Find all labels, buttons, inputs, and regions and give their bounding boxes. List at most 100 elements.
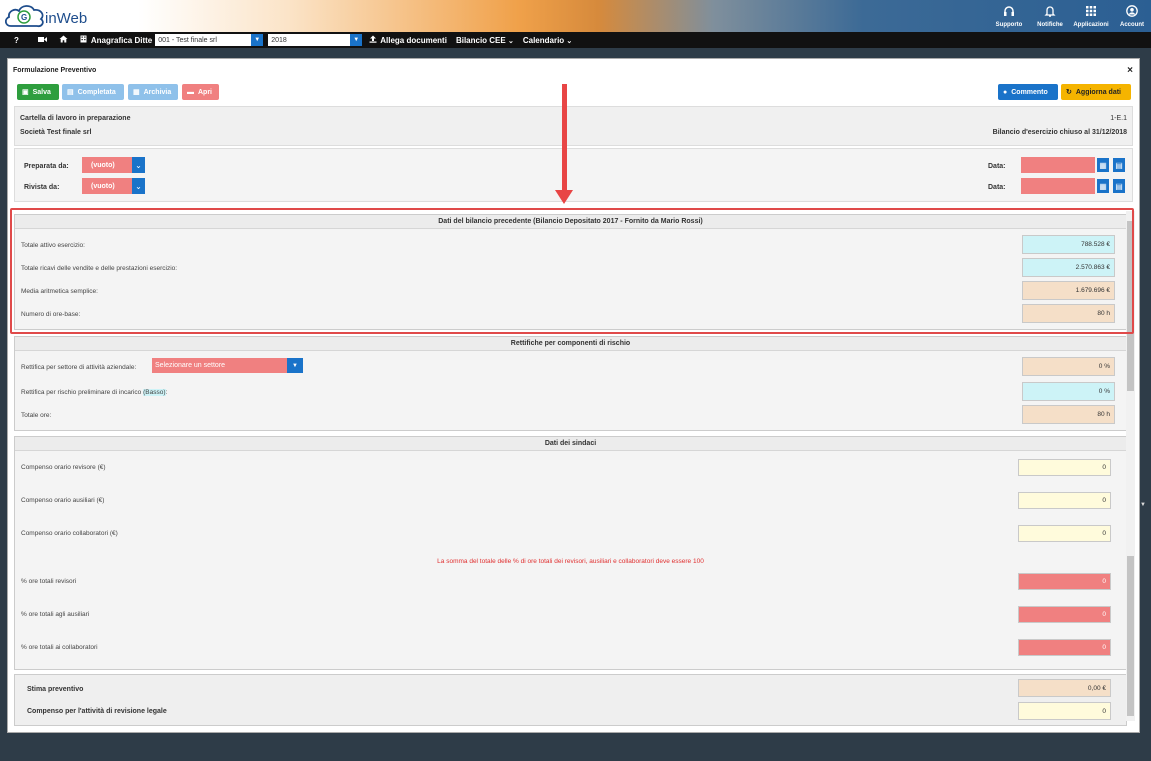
calendario-label: Calendario <box>522 35 565 45</box>
completata-button[interactable]: ▤ Completata <box>62 84 124 100</box>
chevron-down-icon: ▼ <box>350 34 363 46</box>
stima-label: Stima preventivo <box>27 686 84 693</box>
apri-label: Apri <box>198 88 212 96</box>
preparation-box: Preparata da: (vuoto) ⌄ Rivista da: (vuo… <box>14 148 1133 202</box>
calendario-menu[interactable]: Calendario ⌄ <box>523 36 572 45</box>
settore-select-value: Selezionare un settore <box>155 362 226 369</box>
compenso-ausiliari-label: Compenso orario ausiliari (€) <box>21 497 105 504</box>
upload-icon <box>369 35 377 45</box>
help-button[interactable]: ? <box>14 36 19 45</box>
floppy-icon: ▣ <box>22 89 29 96</box>
commento-label: Commento <box>1011 88 1048 96</box>
sindaci-section: Dati dei sindaci Compenso orario revisor… <box>14 436 1127 670</box>
preparata-select[interactable]: (vuoto) <box>82 157 132 173</box>
folder-icon: ▬ <box>187 88 194 96</box>
account-label: Account <box>1120 21 1144 28</box>
calendar-today-icon[interactable]: ▤ <box>1113 158 1125 172</box>
perc-ausiliari-input[interactable]: 0 <box>1018 606 1111 623</box>
bilancio-cee-menu[interactable]: Bilancio CEE ⌄ <box>456 36 514 45</box>
settore-value: 0 % <box>1022 357 1115 376</box>
user-icon <box>1126 4 1138 19</box>
video-icon[interactable] <box>37 36 47 45</box>
comment-icon: ● <box>1003 88 1008 96</box>
preparata-value: (vuoto) <box>91 161 115 169</box>
save-label: Salva <box>32 88 51 96</box>
totale-ore-value: 80 h <box>1022 405 1115 424</box>
cloud-logo-icon: G <box>4 5 44 28</box>
compenso-collaboratori-input[interactable]: 0 <box>1018 525 1111 542</box>
stima-value: 0,00 € <box>1018 679 1111 697</box>
compenso-revisore-input[interactable]: 0 <box>1018 459 1111 476</box>
applications-label: Applicazioni <box>1073 21 1109 28</box>
clipboard-icon: ▤ <box>67 89 74 96</box>
settore-select[interactable]: Selezionare un settore <box>152 358 289 373</box>
calendar-today-icon[interactable]: ▤ <box>1113 179 1125 193</box>
cartella-status: Cartella di lavoro in preparazione <box>20 115 131 122</box>
formulazione-preventivo-panel: Formulazione Preventivo × ▣ Salva ▤ Comple… <box>7 58 1140 733</box>
rivista-value: (vuoto) <box>91 182 115 190</box>
stima-section: Stima preventivo 0,00 € Compenso per l'a… <box>14 674 1127 726</box>
rischio-badge: (Basso) <box>143 389 166 396</box>
applications-button[interactable]: Applicazioni <box>1072 0 1110 32</box>
rettifiche-title: Rettifiche per componenti di rischio <box>15 337 1126 351</box>
allega-documenti-link[interactable]: Allega documenti <box>380 36 447 45</box>
chevron-down-icon[interactable]: ⌄ <box>132 178 145 194</box>
app-logo[interactable]: G inWeb <box>3 2 103 30</box>
refresh-icon: ↻ <box>1066 89 1072 96</box>
archivia-button[interactable]: ▦ Archivia <box>128 84 178 100</box>
document-code: 1-E.1 <box>1110 115 1127 122</box>
company-select-value: 001 - Test finale srl <box>158 36 217 44</box>
chevron-down-icon[interactable]: ▼ <box>287 358 303 373</box>
perc-collaboratori-label: % ore totali ai collaboratori <box>21 644 98 651</box>
perc-revisori-input[interactable]: 0 <box>1018 573 1111 590</box>
scroll-down-icon[interactable]: ▼ <box>1140 502 1146 508</box>
calendar-icon[interactable]: ▦ <box>1097 158 1109 172</box>
data-label: Data: <box>988 184 1006 191</box>
perc-collaboratori-input[interactable]: 0 <box>1018 639 1111 656</box>
panel-title: Formulazione Preventivo <box>13 67 97 74</box>
support-label: Supporto <box>995 21 1023 28</box>
perc-revisori-label: % ore totali revisori <box>21 578 77 585</box>
save-button[interactable]: ▣ Salva <box>17 84 59 100</box>
compenso-collaboratori-label: Compenso orario collaboratori (€) <box>21 530 118 537</box>
chevron-down-icon[interactable]: ⌄ <box>132 157 145 173</box>
bilancio-date: Bilancio d'esercizio chiuso al 31/12/201… <box>992 129 1127 136</box>
preparata-label: Preparata da: <box>24 163 69 170</box>
bell-icon <box>1044 5 1056 19</box>
headset-icon <box>1003 5 1015 19</box>
apri-button[interactable]: ▬ Apri <box>182 84 219 100</box>
rivista-date-input[interactable] <box>1021 178 1095 194</box>
compenso-revisione-label: Compenso per l'attività di revisione leg… <box>27 708 167 715</box>
support-button[interactable]: Supporto <box>990 0 1028 32</box>
settore-label: Rettifica per settore di attività aziend… <box>21 364 137 371</box>
year-select[interactable]: 2018 ▼ <box>268 34 363 46</box>
aggiorna-label: Aggiorna dati <box>1075 88 1121 96</box>
annotation-highlight-box <box>10 208 1134 334</box>
home-icon[interactable] <box>59 35 68 45</box>
preparata-date-input[interactable] <box>1021 157 1095 173</box>
chevron-down-icon: ⌄ <box>566 37 573 45</box>
sindaci-title: Dati dei sindaci <box>15 437 1126 451</box>
top-header: G inWeb Supporto Notifiche Applicazioni <box>0 0 1151 32</box>
notifications-button[interactable]: Notifiche <box>1031 0 1069 32</box>
compenso-ausiliari-input[interactable]: 0 <box>1018 492 1111 509</box>
compenso-revisore-label: Compenso orario revisore (€) <box>21 464 106 471</box>
rischio-value: 0 % <box>1022 382 1115 401</box>
perc-ausiliari-label: % ore totali agli ausiliari <box>21 611 90 618</box>
aggiorna-dati-button[interactable]: ↻ Aggiorna dati <box>1061 84 1131 100</box>
compenso-revisione-input[interactable]: 0 <box>1018 702 1111 720</box>
commento-button[interactable]: ● Commento <box>998 84 1058 100</box>
data-label: Data: <box>988 163 1006 170</box>
archive-icon: ▦ <box>133 89 140 96</box>
nav-bar: ? Anagrafica Ditte 001 - Test finale srl… <box>0 32 1151 48</box>
close-button[interactable]: × <box>1127 65 1133 76</box>
anagrafica-label: Anagrafica Ditte <box>90 35 153 45</box>
rivista-label: Rivista da: <box>24 184 60 191</box>
notifications-label: Notifiche <box>1037 21 1063 28</box>
company-select[interactable]: 001 - Test finale srl ▼ <box>155 34 264 46</box>
account-button[interactable]: Account <box>1113 0 1151 32</box>
calendar-icon[interactable]: ▦ <box>1097 179 1109 193</box>
rivista-select[interactable]: (vuoto) <box>82 178 132 194</box>
svg-text:G: G <box>21 13 27 22</box>
scroll-thumb[interactable] <box>1127 556 1134 716</box>
